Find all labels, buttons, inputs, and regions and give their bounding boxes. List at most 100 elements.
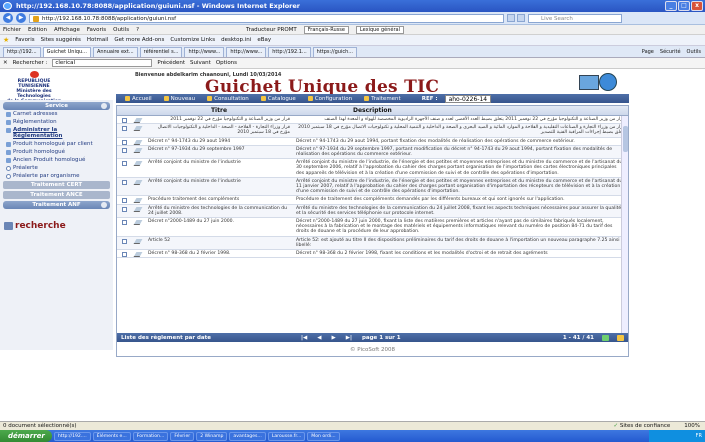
- row-titre[interactable]: Décret n° 97-1934 du 29 septembre 1997: [145, 146, 293, 158]
- edit-icon[interactable]: [133, 252, 143, 258]
- fav-link-2[interactable]: Hotmail: [87, 37, 108, 43]
- col-description-header[interactable]: Description: [293, 106, 628, 115]
- tab-2[interactable]: Guichet Uniqu...: [42, 46, 91, 57]
- nav-nouveau[interactable]: Nouveau: [159, 96, 200, 102]
- table-row[interactable]: Article 52 Article 52: est ajouté au titr…: [117, 236, 628, 251]
- page-menu[interactable]: Page: [642, 49, 654, 55]
- table-row[interactable]: قرار من وزير الصناعة و التكنولوجيا مؤرخ …: [117, 116, 628, 125]
- edit-icon[interactable]: [133, 220, 143, 226]
- tools-menu[interactable]: Outils: [687, 49, 701, 55]
- tab-8[interactable]: https://guich...: [312, 46, 358, 57]
- edit-icon[interactable]: [133, 118, 143, 123]
- table-row[interactable]: Procédure traitement des compléments Proc…: [117, 196, 628, 205]
- find-options-button[interactable]: Options: [216, 60, 237, 66]
- sidebar-item-produit-client[interactable]: Produit homologué par client: [0, 141, 113, 147]
- grid-scrollbar[interactable]: [621, 116, 628, 333]
- find-close-icon[interactable]: ✕: [3, 60, 8, 66]
- tab-4[interactable]: référentiel s...: [139, 46, 183, 57]
- sidebar-item-produit[interactable]: Produit homologué: [0, 149, 113, 155]
- taskbar-item[interactable]: http://192....: [54, 431, 91, 441]
- fav-link-5[interactable]: desktop.ini: [221, 37, 251, 43]
- tab-6[interactable]: http://www...: [226, 46, 267, 57]
- menu-help[interactable]: ?: [136, 27, 139, 33]
- taskbar-item[interactable]: 2 Winamp: [196, 431, 228, 441]
- row-checkbox[interactable]: [121, 118, 127, 123]
- security-menu[interactable]: Sécurité: [660, 49, 681, 55]
- menu-favoris[interactable]: Favoris: [87, 27, 106, 33]
- sidebar-item-ancien-produit[interactable]: Ancien Produit homologué: [0, 157, 113, 163]
- table-row[interactable]: Décret n° 98-368 du 2 février 1998. Décre…: [117, 250, 628, 259]
- row-checkbox[interactable]: [121, 206, 127, 212]
- row-checkbox[interactable]: [121, 252, 127, 258]
- table-row[interactable]: Arrêté conjoint du ministre de l'industr…: [117, 177, 628, 197]
- first-page-icon[interactable]: |◀: [301, 335, 307, 341]
- col-titre-header[interactable]: Titre: [145, 106, 293, 115]
- row-checkbox[interactable]: [121, 126, 127, 132]
- row-checkbox[interactable]: [121, 220, 127, 226]
- forward-icon[interactable]: ▶: [16, 13, 26, 23]
- row-titre[interactable]: Décret n° 94-1743 du 29 aout 1994: [145, 138, 293, 145]
- fav-link-1[interactable]: Sites suggérés: [41, 37, 81, 43]
- nav-consultation[interactable]: Consultation: [202, 96, 254, 102]
- edit-icon[interactable]: [133, 238, 143, 244]
- edit-icon[interactable]: [133, 161, 143, 167]
- nav-configuration[interactable]: Configuration: [303, 96, 357, 102]
- edit-icon[interactable]: [133, 179, 143, 185]
- row-titre[interactable]: Procédure traitement des compléments: [145, 196, 293, 203]
- sidebar-ance-header[interactable]: Traitement ANCE: [3, 191, 110, 199]
- row-checkbox[interactable]: [121, 198, 127, 204]
- sidebar-item-prealerte[interactable]: Préalerte: [0, 165, 113, 171]
- sidebar-item-reglementation[interactable]: Réglementation: [0, 119, 113, 125]
- row-titre[interactable]: Décret n°2000-1489 du 27 juin 2000.: [145, 218, 293, 236]
- fav-link-4[interactable]: Customize Links: [170, 37, 215, 43]
- fav-link-3[interactable]: Get more Add-ons: [114, 37, 164, 43]
- translator-pair-select[interactable]: Français-Russe: [303, 25, 349, 34]
- taskbar-item[interactable]: Février: [170, 431, 195, 441]
- translator-dict-select[interactable]: Lexique général: [355, 25, 404, 34]
- zoom-level[interactable]: 100%: [684, 423, 700, 429]
- table-row[interactable]: Décret n° 94-1743 du 29 aout 1994 Décret …: [117, 138, 628, 146]
- sidebar-item-admin-reglementation[interactable]: Administrer la Réglementation: [0, 127, 113, 139]
- row-titre[interactable]: Arrêté du ministre des technologies de l…: [145, 205, 293, 217]
- back-icon[interactable]: ◀: [3, 13, 13, 23]
- live-search-input[interactable]: Live Search: [528, 13, 622, 23]
- minimize-icon[interactable]: _: [665, 1, 677, 11]
- edit-icon[interactable]: [133, 198, 143, 204]
- export-icon[interactable]: [602, 334, 609, 341]
- row-checkbox[interactable]: [121, 161, 127, 167]
- taskbar-item[interactable]: Larousse.fr...: [267, 431, 306, 441]
- sidebar-service-header[interactable]: Service: [3, 102, 110, 110]
- edit-icon[interactable]: [133, 206, 143, 212]
- row-checkbox[interactable]: [121, 179, 127, 185]
- find-next-button[interactable]: Suivant: [190, 60, 211, 66]
- fav-link-6[interactable]: eBay: [257, 37, 271, 43]
- menu-fichier[interactable]: Fichier: [3, 27, 21, 33]
- menu-outils[interactable]: Outils: [113, 27, 129, 33]
- taskbar-item[interactable]: Éléments e...: [92, 431, 131, 441]
- prev-page-icon[interactable]: ◀: [317, 335, 321, 341]
- row-titre[interactable]: قرار وزراء التجارة - الفلاحة - الصحة - ا…: [145, 124, 293, 136]
- favorites-button[interactable]: Favoris: [15, 37, 34, 43]
- menu-edition[interactable]: Edition: [28, 27, 47, 33]
- find-prev-button[interactable]: Précédent: [157, 60, 185, 66]
- nav-accueil[interactable]: Accueil: [120, 96, 157, 102]
- table-row[interactable]: Arrêté conjoint du ministre de l'industr…: [117, 159, 628, 178]
- table-row[interactable]: قرار وزراء التجارة - الفلاحة - الصحة - ا…: [117, 124, 628, 138]
- edit-icon[interactable]: [133, 147, 143, 153]
- recherche-link[interactable]: recherche: [4, 221, 113, 231]
- refresh-icon[interactable]: [507, 14, 515, 22]
- sidebar-item-carnet[interactable]: Carnet adresses: [0, 111, 113, 117]
- nav-traitement[interactable]: Traitement: [359, 96, 406, 102]
- edit-icon[interactable]: [133, 139, 143, 145]
- row-titre[interactable]: قرار من وزير الصناعة و التكنولوجيا مؤرخ …: [145, 116, 293, 123]
- last-page-icon[interactable]: ▶|: [346, 335, 352, 341]
- sidebar-item-prealerte-organisme[interactable]: Préalerte par organisme: [0, 173, 113, 179]
- print-icon[interactable]: [617, 334, 624, 341]
- table-row[interactable]: Décret n° 97-1934 du 29 septembre 1997 Dé…: [117, 145, 628, 160]
- stop-icon[interactable]: [517, 14, 525, 22]
- tab-3[interactable]: Annuaire ext...: [92, 46, 138, 57]
- row-titre[interactable]: Article 52: [145, 237, 293, 249]
- row-titre[interactable]: Décret n° 98-368 du 2 février 1998.: [145, 250, 293, 257]
- row-titre[interactable]: Arrêté conjoint du ministre de l'industr…: [145, 159, 293, 177]
- tab-1[interactable]: http://192...: [3, 46, 41, 57]
